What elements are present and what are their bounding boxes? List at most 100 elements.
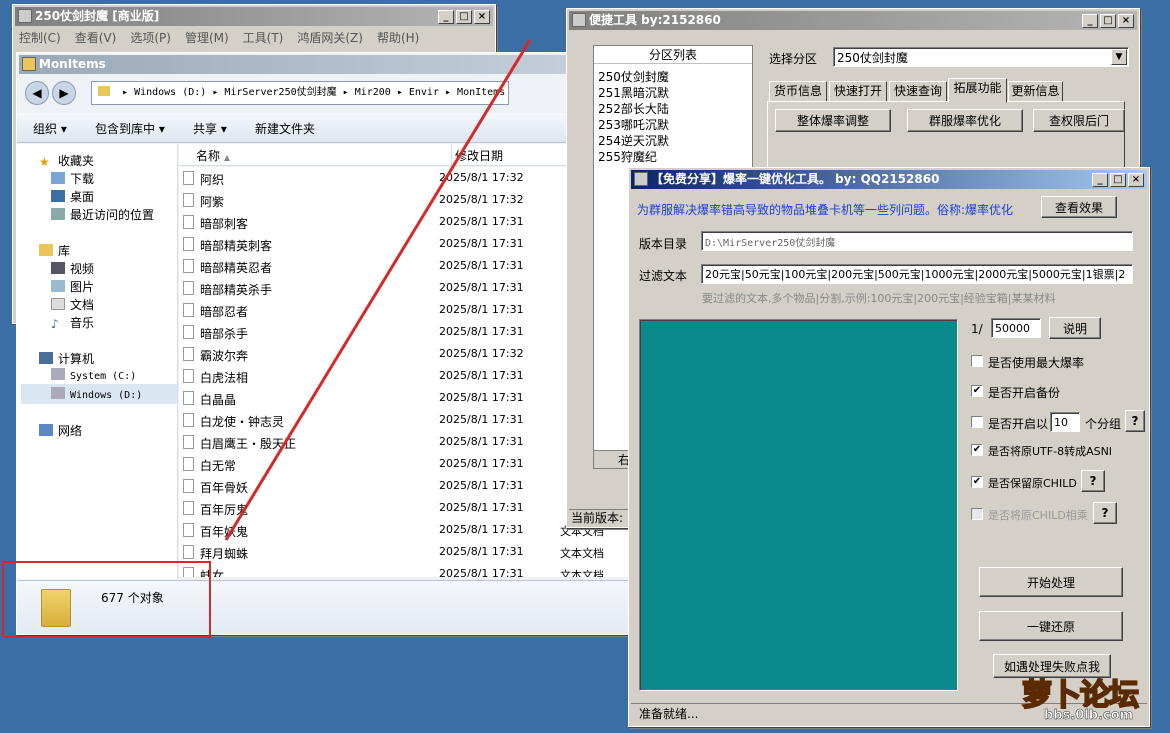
enable-backup-checkbox[interactable]: ✔ bbox=[971, 385, 983, 397]
explorer-titlebar[interactable]: MonItems bbox=[19, 55, 637, 74]
child-help-button[interactable]: ? bbox=[1081, 470, 1105, 492]
utf8-convert-checkbox[interactable]: ✔ bbox=[971, 444, 983, 456]
view-effect-button[interactable]: 查看效果 bbox=[1041, 196, 1117, 218]
menu-manage[interactable]: 管理(M) bbox=[185, 29, 229, 46]
column-date[interactable]: 修改日期 bbox=[455, 147, 503, 164]
nav-downloads[interactable]: 下载 bbox=[51, 170, 94, 187]
restore-button[interactable]: 一键还原 bbox=[979, 611, 1123, 641]
group-count-field[interactable]: 10 bbox=[1050, 412, 1080, 432]
partition-item[interactable]: 253哪吒沉默 bbox=[598, 116, 669, 133]
menu-tools[interactable]: 工具(T) bbox=[243, 29, 284, 46]
nav-computer[interactable]: 计算机 bbox=[39, 350, 94, 367]
file-row[interactable]: 白虎法相 2025/8/1 17:31 bbox=[179, 365, 619, 387]
partition-item[interactable]: 251黑暗沉默 bbox=[598, 84, 669, 101]
nav-videos[interactable]: 视频 bbox=[51, 260, 94, 277]
back-button[interactable]: ◀ bbox=[25, 81, 49, 105]
file-row[interactable]: 白晶晶 2025/8/1 17:31 bbox=[179, 387, 619, 409]
server-console-titlebar[interactable]: 250仗剑封魔 [商业版] _ □ × bbox=[15, 7, 493, 26]
new-folder-button[interactable]: 新建文件夹 bbox=[255, 120, 315, 137]
file-row[interactable]: 蚌女 2025/8/1 17:31 文本文档 bbox=[179, 563, 619, 577]
maximize-button[interactable]: □ bbox=[1110, 173, 1126, 187]
menu-options[interactable]: 选项(P) bbox=[130, 29, 171, 46]
include-library-button[interactable]: 包含到库中 ▾ bbox=[95, 120, 165, 137]
crumb-monitems[interactable]: MonItems bbox=[457, 87, 505, 98]
partition-item[interactable]: 250仗剑封魔 bbox=[598, 68, 669, 85]
nav-documents[interactable]: 文档 bbox=[51, 296, 94, 313]
file-row[interactable]: 白龙使・钟志灵 2025/8/1 17:31 bbox=[179, 409, 619, 431]
minimize-button[interactable]: _ bbox=[1082, 14, 1098, 28]
file-row[interactable]: 白无常 2025/8/1 17:31 bbox=[179, 453, 619, 475]
tab-currency[interactable]: 货币信息 bbox=[769, 81, 827, 102]
start-button[interactable]: 开始处理 bbox=[979, 567, 1123, 597]
nav-pictures[interactable]: 图片 bbox=[51, 278, 94, 295]
file-row[interactable]: 暗部杀手 2025/8/1 17:31 bbox=[179, 321, 619, 343]
crumb-mir200[interactable]: Mir200 bbox=[355, 87, 391, 98]
file-row[interactable]: 霸波尔奔 2025/8/1 17:32 bbox=[179, 343, 619, 365]
tab-quick-query[interactable]: 快速查询 bbox=[889, 81, 947, 102]
crumb-envir[interactable]: Envir bbox=[409, 87, 439, 98]
child-multiply-help-button[interactable]: ? bbox=[1093, 502, 1117, 524]
partition-select[interactable]: 250仗剑封魔 ▼ bbox=[833, 47, 1129, 67]
close-button[interactable]: × bbox=[1118, 14, 1134, 28]
crumb-server[interactable]: MirServer250仗剑封魔 bbox=[224, 87, 336, 98]
maximize-button[interactable]: □ bbox=[456, 10, 472, 24]
minimize-button[interactable]: _ bbox=[1092, 173, 1108, 187]
nav-favorites[interactable]: ★ 收藏夹 bbox=[39, 152, 94, 169]
optimizer-titlebar[interactable]: 【免费分享】爆率一键优化工具。 by: QQ2152860 _ □ × bbox=[631, 170, 1147, 189]
address-bar[interactable]: ▸ Windows (D:) ▸ MirServer250仗剑封魔 ▸ Mir2… bbox=[91, 81, 509, 105]
share-button[interactable]: 共享 ▾ bbox=[193, 120, 227, 137]
crumb-drive[interactable]: Windows (D:) bbox=[134, 87, 206, 98]
file-row[interactable]: 暗部精英忍者 2025/8/1 17:31 bbox=[179, 255, 619, 277]
column-divider[interactable] bbox=[451, 144, 452, 166]
close-button[interactable]: × bbox=[474, 10, 490, 24]
partition-item[interactable]: 255狩魔纪 bbox=[598, 148, 657, 165]
tab-quick-open[interactable]: 快速打开 bbox=[829, 81, 887, 102]
file-row[interactable]: 暗部精英刺客 2025/8/1 17:31 bbox=[179, 233, 619, 255]
chevron-down-icon[interactable]: ▼ bbox=[1111, 49, 1127, 65]
menu-control[interactable]: 控制(C) bbox=[19, 29, 61, 46]
menu-gateway[interactable]: 鸿盾网关(Z) bbox=[297, 29, 363, 46]
keep-child-checkbox[interactable]: ✔ bbox=[971, 476, 983, 488]
nav-drive-d[interactable]: Windows (D:) bbox=[21, 384, 177, 404]
menu-help[interactable]: 帮助(H) bbox=[377, 29, 419, 46]
nav-desktop[interactable]: 桌面 bbox=[51, 188, 94, 205]
check-backdoor-button[interactable]: 查权限后门 bbox=[1033, 109, 1125, 132]
tab-extensions[interactable]: 拓展功能 bbox=[948, 78, 1007, 103]
explain-button[interactable]: 说明 bbox=[1049, 317, 1101, 339]
file-row[interactable]: 阿织 2025/8/1 17:32 bbox=[179, 167, 619, 189]
child-multiply-checkbox[interactable] bbox=[971, 508, 983, 520]
nav-recent[interactable]: 最近访问的位置 bbox=[51, 206, 154, 223]
nav-drive-c[interactable]: System (C:) bbox=[51, 368, 136, 382]
forward-button[interactable]: ▶ bbox=[52, 81, 76, 105]
maximize-button[interactable]: □ bbox=[1100, 14, 1116, 28]
nav-network[interactable]: 网络 bbox=[39, 422, 82, 439]
file-row[interactable]: 暗部精英杀手 2025/8/1 17:31 bbox=[179, 277, 619, 299]
file-row[interactable]: 拜月蜘蛛 2025/8/1 17:31 文本文档 bbox=[179, 541, 619, 563]
partition-item[interactable]: 252部长大陆 bbox=[598, 100, 669, 117]
nav-libraries[interactable]: 库 bbox=[39, 242, 70, 259]
tab-updates[interactable]: 更新信息 bbox=[1008, 81, 1063, 102]
column-name[interactable]: 名称 ▲ bbox=[196, 147, 230, 164]
group-help-button[interactable]: ? bbox=[1125, 410, 1145, 432]
quick-tool-titlebar[interactable]: 便捷工具 by:2152860 _ □ × bbox=[569, 11, 1137, 30]
file-row[interactable]: 暗部刺客 2025/8/1 17:31 bbox=[179, 211, 619, 233]
overall-droprate-button[interactable]: 整体爆率调整 bbox=[775, 109, 891, 132]
file-row[interactable]: 白眉鹰王・殷天正 2025/8/1 17:31 bbox=[179, 431, 619, 453]
ratio-field[interactable]: 50000 bbox=[991, 318, 1041, 338]
filter-text-field[interactable]: 20元宝|50元宝|100元宝|200元宝|500元宝|1000元宝|2000元… bbox=[701, 264, 1133, 284]
close-button[interactable]: × bbox=[1128, 173, 1144, 187]
group-droprate-button[interactable]: 群服爆率优化 bbox=[907, 109, 1023, 132]
minimize-button[interactable]: _ bbox=[438, 10, 454, 24]
organize-button[interactable]: 组织 ▾ bbox=[33, 120, 67, 137]
file-row[interactable]: 百年妖鬼 2025/8/1 17:31 文本文档 bbox=[179, 519, 619, 541]
use-max-rate-checkbox[interactable] bbox=[971, 355, 983, 367]
file-row[interactable]: 暗部忍者 2025/8/1 17:31 bbox=[179, 299, 619, 321]
file-row[interactable]: 阿紫 2025/8/1 17:32 bbox=[179, 189, 619, 211]
version-dir-field[interactable]: D:\MirServer250仗剑封魔 bbox=[701, 231, 1133, 251]
menu-view[interactable]: 查看(V) bbox=[75, 29, 117, 46]
partition-item[interactable]: 254逆天沉默 bbox=[598, 132, 669, 149]
file-row[interactable]: 百年厉鬼 2025/8/1 17:31 bbox=[179, 497, 619, 519]
enable-grouping-checkbox[interactable] bbox=[971, 416, 983, 428]
nav-music[interactable]: ♪ 音乐 bbox=[51, 314, 94, 331]
file-row[interactable]: 百年骨妖 2025/8/1 17:31 bbox=[179, 475, 619, 497]
